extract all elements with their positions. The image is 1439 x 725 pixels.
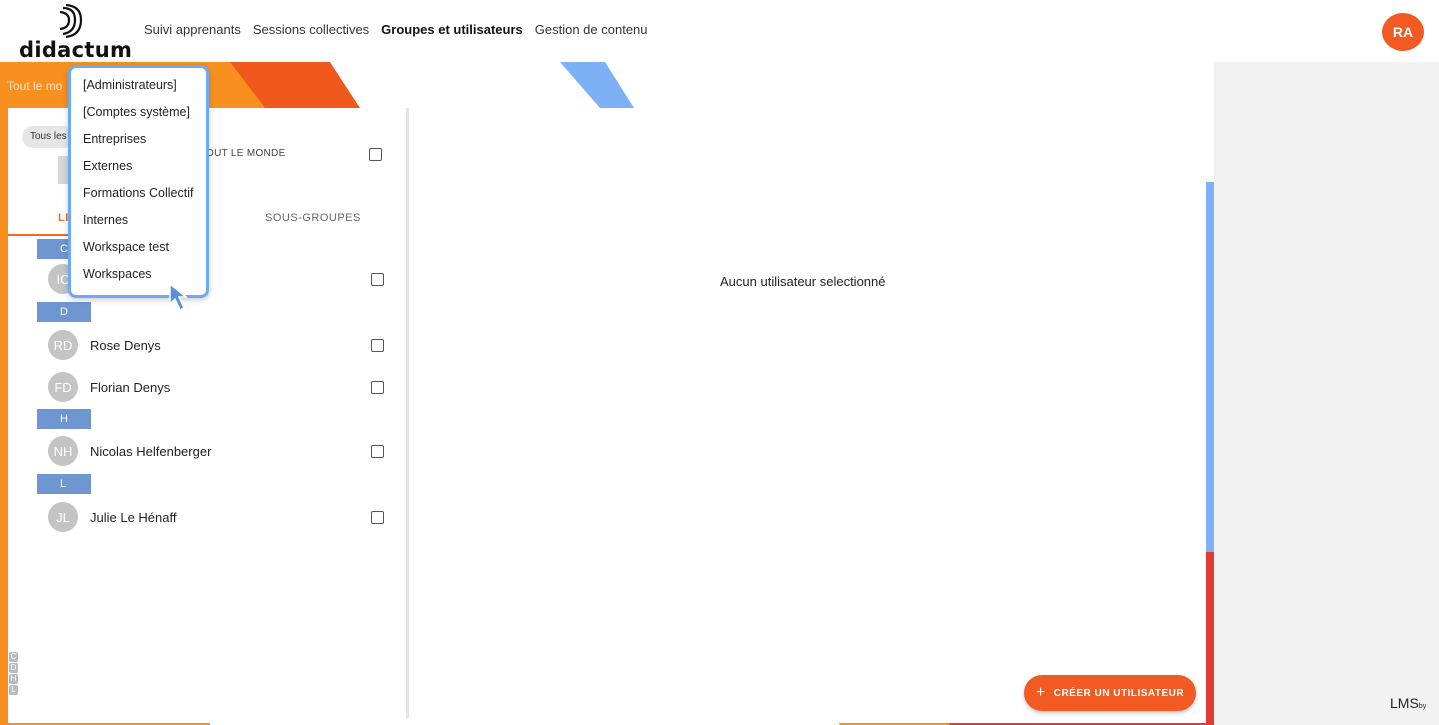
avatar: FD [48,372,78,402]
dropdown-option[interactable]: [Comptes système] [71,104,206,131]
user-checkbox[interactable] [371,445,384,458]
mouse-pointer-icon [169,282,189,312]
user-row[interactable]: RD Rose Denys [48,330,388,360]
dropdown-option[interactable]: Entreprises [71,131,206,158]
dropdown-option[interactable]: Externes [71,158,206,185]
plus-icon: + [1035,684,1046,701]
group-dropdown-menu: [Administrateurs] [Comptes système] Entr… [68,65,209,298]
alpha-index-h[interactable]: H [9,674,18,684]
dropdown-option[interactable]: Internes [71,212,206,239]
alpha-index-l[interactable]: L [9,685,18,695]
letter-header-h: H [37,409,91,429]
right-side-panel [1214,62,1439,725]
create-user-label: CRÉER UN UTILISATEUR [1053,687,1185,699]
dropdown-option[interactable]: Formations Collectif [71,185,206,212]
user-name: Rose Denys [90,338,161,353]
lms-footer-logo: LMSby [1390,695,1426,711]
user-row[interactable]: NH Nicolas Helfenberger [48,436,388,466]
brand-logo[interactable]: didactum [19,4,133,62]
brand-name: didactum [19,38,133,62]
user-checkbox[interactable] [371,381,384,394]
empty-selection-message: Aucun utilisateur selectionné [720,274,886,289]
avatar: NH [48,436,78,466]
tab-subgroups[interactable]: SOUS-GROUPES [265,212,361,224]
nav-suivi-apprenants[interactable]: Suivi apprenants [144,22,241,37]
dropdown-option[interactable]: Workspace test [71,239,206,266]
nav-groupes-utilisateurs[interactable]: Groupes et utilisateurs [381,22,523,37]
top-bar: didactum Suivi apprenants Sessions colle… [0,0,1439,62]
user-avatar[interactable]: RA [1382,13,1424,51]
group-label: OUT LE MONDE [206,148,286,159]
group-filter-chip[interactable]: Tous les [22,126,75,148]
nav-sessions-collectives[interactable]: Sessions collectives [253,22,369,37]
main-nav: Suivi apprenants Sessions collectives Gr… [144,22,648,37]
breadcrumb[interactable]: Tout le mo [7,79,62,93]
user-row[interactable]: FD Florian Denys [48,372,388,402]
logo-mark-icon [59,4,83,38]
lms-by-text: by [1418,703,1427,710]
user-checkbox[interactable] [371,273,384,286]
user-name: Florian Denys [90,380,171,395]
user-checkbox[interactable] [371,511,384,524]
panel-divider[interactable] [406,108,409,718]
nav-gestion-contenu[interactable]: Gestion de contenu [535,22,648,37]
user-checkbox[interactable] [371,339,384,352]
alpha-index-d[interactable]: D [9,663,18,673]
alpha-index-c[interactable]: C [9,652,18,662]
create-user-button[interactable]: + CRÉER UN UTILISATEUR [1024,675,1196,711]
select-all-checkbox[interactable] [369,148,382,161]
alphabet-index: C D H L [9,652,18,695]
avatar: RD [48,330,78,360]
user-name: Julie Le Hénaff [90,510,177,525]
letter-header-d: D [37,302,91,322]
dropdown-option[interactable]: [Administrateurs] [71,77,206,104]
user-row[interactable]: JL Julie Le Hénaff [48,502,388,532]
letter-header-l: L [37,474,91,494]
avatar: JL [48,502,78,532]
lms-text: LMS [1390,695,1419,711]
user-name: Nicolas Helfenberger [90,444,212,459]
